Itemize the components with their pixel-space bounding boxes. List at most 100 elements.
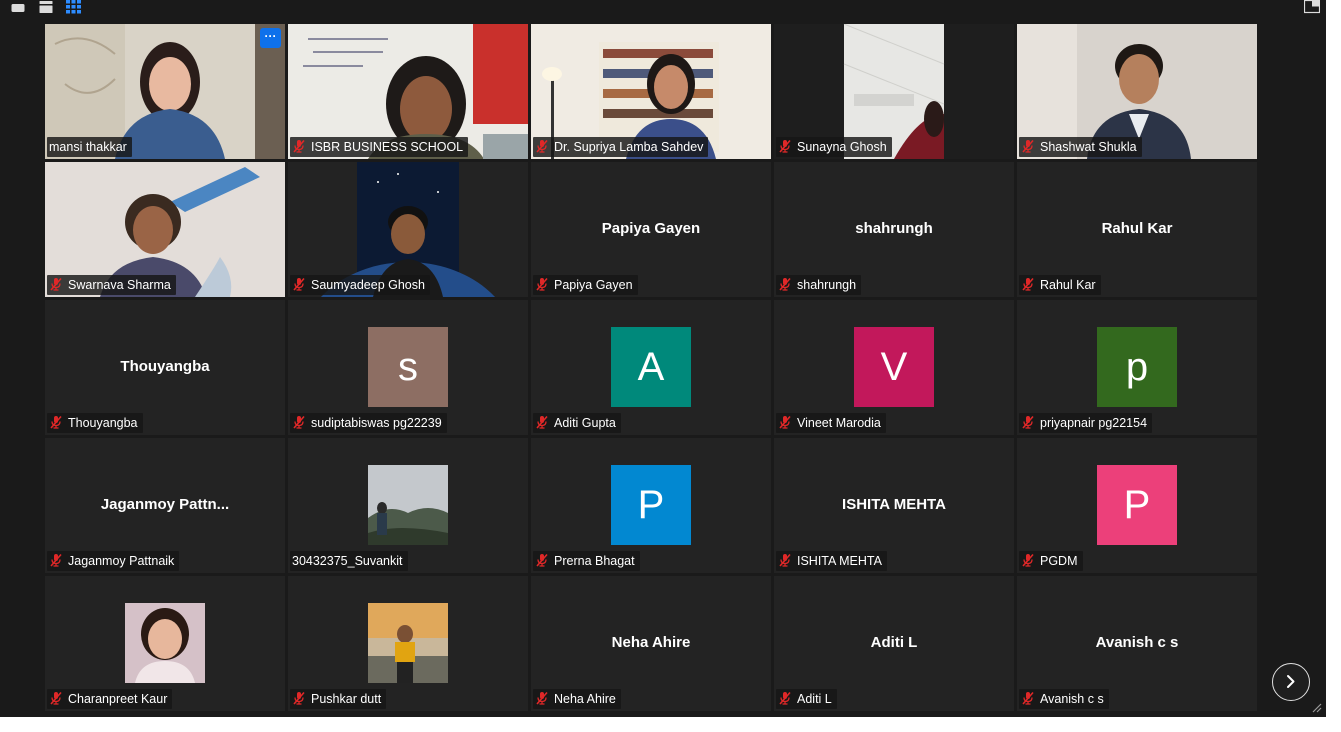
participant-name-label: Avanish c s xyxy=(1019,689,1109,709)
participant-tile[interactable]: Jaganmoy Pattn... Jaganmoy Pattnaik xyxy=(45,438,285,573)
participant-center-name: Avanish c s xyxy=(1095,634,1179,651)
participant-name-text: Thouyangba xyxy=(68,416,138,430)
participant-name-text: Dr. Supriya Lamba Sahdev xyxy=(554,140,704,154)
microphone-muted-icon xyxy=(779,415,791,429)
participant-tile[interactable]: Dr. Supriya Lamba Sahdev xyxy=(531,24,771,159)
microphone-muted-icon xyxy=(293,415,305,429)
participant-tile[interactable]: ISHITA MEHTA ISHITA MEHTA xyxy=(774,438,1014,573)
participant-name-text: Pushkar dutt xyxy=(311,692,382,706)
microphone-muted-icon xyxy=(50,553,62,567)
participant-tile[interactable]: Shashwat Shukla xyxy=(1017,24,1257,159)
participant-tile[interactable]: Pushkar dutt xyxy=(288,576,528,711)
microphone-muted-icon xyxy=(536,415,548,429)
participant-name-label: Jaganmoy Pattnaik xyxy=(47,551,180,571)
microphone-muted-icon xyxy=(536,691,548,705)
microphone-muted-icon xyxy=(293,691,305,705)
next-page-button[interactable] xyxy=(1272,663,1310,701)
participant-name-label: Aditi Gupta xyxy=(533,413,621,433)
participant-name-text: PGDM xyxy=(1040,554,1078,568)
participant-name-text: Papiya Gayen xyxy=(554,278,633,292)
participant-center-name: shahrungh xyxy=(855,220,933,237)
microphone-muted-icon xyxy=(536,277,548,291)
participant-avatar: p xyxy=(1097,327,1177,407)
participant-tile[interactable]: Swarnava Sharma xyxy=(45,162,285,297)
participant-name-label: Saumyadeep Ghosh xyxy=(290,275,430,295)
gallery-view-icon[interactable] xyxy=(66,0,81,14)
microphone-muted-icon xyxy=(50,415,62,429)
resize-grip-icon[interactable] xyxy=(1310,701,1322,713)
participant-tile[interactable]: ··· mansi thakkar xyxy=(45,24,285,159)
participant-tile[interactable]: A Aditi Gupta xyxy=(531,300,771,435)
participant-avatar: P xyxy=(611,465,691,545)
participant-name-label: Pushkar dutt xyxy=(290,689,387,709)
participant-name-label: Charanpreet Kaur xyxy=(47,689,173,709)
participant-name-label: Aditi L xyxy=(776,689,837,709)
participant-name-label: Neha Ahire xyxy=(533,689,621,709)
participant-tile[interactable]: Sunayna Ghosh xyxy=(774,24,1014,159)
participant-name-text: Avanish c s xyxy=(1040,692,1104,706)
participant-tile[interactable]: Charanpreet Kaur xyxy=(45,576,285,711)
more-options-button[interactable]: ··· xyxy=(260,28,281,48)
participant-center-name: Jaganmoy Pattn... xyxy=(100,496,230,513)
participant-tile[interactable]: Neha Ahire Neha Ahire xyxy=(531,576,771,711)
participant-name-text: Jaganmoy Pattnaik xyxy=(68,554,175,568)
microphone-muted-icon xyxy=(293,139,305,153)
participant-name-label: Papiya Gayen xyxy=(533,275,638,295)
participant-name-text: Charanpreet Kaur xyxy=(68,692,168,706)
participant-center-name: Papiya Gayen xyxy=(601,220,701,237)
microphone-muted-icon xyxy=(1022,553,1034,567)
microphone-muted-icon xyxy=(50,277,62,291)
participant-center-name: Thouyangba xyxy=(120,358,210,375)
microphone-muted-icon xyxy=(779,553,791,567)
participant-tile[interactable]: ISBR BUSINESS SCHOOL xyxy=(288,24,528,159)
participant-name-text: Prerna Bhagat xyxy=(554,554,635,568)
microphone-muted-icon xyxy=(536,139,548,153)
participant-tile[interactable]: shahrungh shahrungh xyxy=(774,162,1014,297)
participant-name-text: Vineet Marodia xyxy=(797,416,881,430)
participant-name-label: Sunayna Ghosh xyxy=(776,137,892,157)
chevron-right-icon xyxy=(1287,675,1295,688)
microphone-muted-icon xyxy=(1022,415,1034,429)
minimize-icon[interactable] xyxy=(11,0,25,14)
participant-tile[interactable]: Saumyadeep Ghosh xyxy=(288,162,528,297)
participant-tile[interactable]: V Vineet Marodia xyxy=(774,300,1014,435)
participant-name-text: mansi thakkar xyxy=(49,140,127,154)
microphone-muted-icon xyxy=(779,277,791,291)
participant-name-label: PGDM xyxy=(1019,551,1083,571)
participant-name-text: Neha Ahire xyxy=(554,692,616,706)
participant-tile[interactable]: P Prerna Bhagat xyxy=(531,438,771,573)
participant-name-label: Vineet Marodia xyxy=(776,413,886,433)
participant-name-label: Rahul Kar xyxy=(1019,275,1101,295)
participant-tile[interactable]: P PGDM xyxy=(1017,438,1257,573)
participant-tile[interactable]: s sudiptabiswas pg22239 xyxy=(288,300,528,435)
microphone-muted-icon xyxy=(1022,277,1034,291)
participant-avatar: P xyxy=(1097,465,1177,545)
participant-avatar: s xyxy=(368,327,448,407)
microphone-muted-icon xyxy=(1022,691,1034,705)
participant-tile[interactable]: 30432375_Suvankit xyxy=(288,438,528,573)
participant-tile[interactable]: Thouyangba Thouyangba xyxy=(45,300,285,435)
microphone-muted-icon xyxy=(536,553,548,567)
participant-name-label: Shashwat Shukla xyxy=(1019,137,1142,157)
participant-name-text: Aditi Gupta xyxy=(554,416,616,430)
participant-name-text: Sunayna Ghosh xyxy=(797,140,887,154)
participant-name-text: Rahul Kar xyxy=(1040,278,1096,292)
participant-avatar: V xyxy=(854,327,934,407)
participant-name-text: ISBR BUSINESS SCHOOL xyxy=(311,140,464,154)
participant-tile[interactable]: Papiya Gayen Papiya Gayen xyxy=(531,162,771,297)
participant-center-name: Rahul Kar xyxy=(1101,220,1173,237)
participant-name-text: ISHITA MEHTA xyxy=(797,554,882,568)
participant-name-label: Prerna Bhagat xyxy=(533,551,640,571)
participant-name-text: Swarnava Sharma xyxy=(68,278,171,292)
microphone-muted-icon xyxy=(293,277,305,291)
microphone-muted-icon xyxy=(779,691,791,705)
participant-tile[interactable]: Aditi L Aditi L xyxy=(774,576,1014,711)
participant-tile[interactable]: Avanish c s Avanish c s xyxy=(1017,576,1257,711)
participant-name-label: 30432375_Suvankit xyxy=(290,551,408,571)
participant-name-label: sudiptabiswas pg22239 xyxy=(290,413,447,433)
participant-tile[interactable]: p priyapnair pg22154 xyxy=(1017,300,1257,435)
speaker-view-icon[interactable] xyxy=(39,0,53,14)
participant-name-label: shahrungh xyxy=(776,275,862,295)
exit-fullscreen-icon[interactable] xyxy=(1304,0,1320,14)
participant-tile[interactable]: Rahul Kar Rahul Kar xyxy=(1017,162,1257,297)
